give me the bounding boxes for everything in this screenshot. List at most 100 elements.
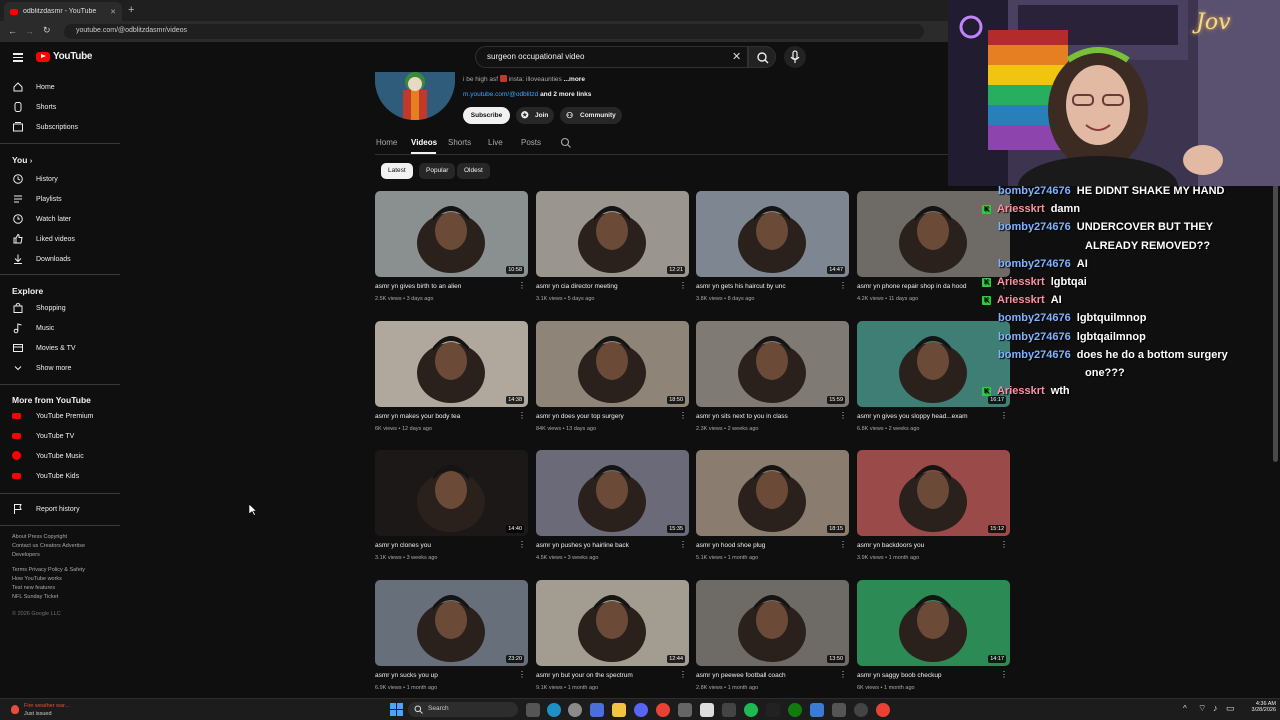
footer-links-3[interactable]: Developers bbox=[12, 551, 117, 560]
voice-search-button[interactable] bbox=[784, 46, 806, 68]
video-card[interactable]: 12:21 asmr yn cia director meeting 3.1K vi… bbox=[536, 191, 689, 307]
video-card[interactable]: 15:59 asmr yn sits next to you in class 2.… bbox=[696, 321, 849, 437]
sidebar-item-shorts[interactable]: Shorts bbox=[0, 97, 120, 117]
battery-icon[interactable]: ▭ bbox=[1226, 703, 1235, 714]
video-title[interactable]: asmr yn sits next to you in class bbox=[696, 413, 836, 420]
more-options-icon[interactable]: ⋮ bbox=[1000, 412, 1008, 420]
taskbar-search[interactable]: Search bbox=[408, 702, 518, 717]
sidebar-item-youtube-premium[interactable]: YouTube Premium bbox=[0, 406, 120, 426]
video-title[interactable]: asmr yn phone repair shop in da hood bbox=[857, 283, 997, 290]
reload-icon[interactable]: ↻ bbox=[43, 25, 51, 36]
video-thumbnail[interactable]: 12:44 bbox=[536, 580, 689, 666]
video-thumbnail[interactable]: 18:50 bbox=[536, 321, 689, 407]
video-thumbnail[interactable]: 15:12 bbox=[857, 450, 1010, 536]
footer-links-1[interactable]: About Press Copyright bbox=[12, 533, 117, 542]
more-links[interactable]: and 2 more links bbox=[540, 91, 591, 98]
video-card[interactable]: 14:47 asmr yn gets his haircut by unc 3.8K… bbox=[696, 191, 849, 307]
app-icon-4[interactable] bbox=[832, 703, 846, 717]
video-thumbnail[interactable]: 12:21 bbox=[536, 191, 689, 277]
video-thumbnail[interactable]: 14:40 bbox=[375, 450, 528, 536]
more-options-icon[interactable]: ⋮ bbox=[839, 671, 847, 679]
more-options-icon[interactable]: ⋮ bbox=[679, 412, 687, 420]
more-options-icon[interactable]: ⋮ bbox=[518, 671, 526, 679]
new-tab-button[interactable]: + bbox=[128, 4, 134, 16]
sidebar-item-history[interactable]: History bbox=[0, 169, 120, 189]
video-title[interactable]: asmr yn does your top surgery bbox=[536, 413, 676, 420]
video-card[interactable]: 13:50 asmr yn peewee football coach 2.8K v… bbox=[696, 580, 849, 696]
sidebar-item-shopping[interactable]: Shopping bbox=[0, 298, 120, 318]
sidebar-item-youtube-music[interactable]: YouTube Music bbox=[0, 446, 120, 466]
more-options-icon[interactable]: ⋮ bbox=[518, 412, 526, 420]
join-button[interactable]: ✪ Join bbox=[516, 107, 554, 124]
video-card[interactable]: 18:50 asmr yn does your top surgery 84K vi… bbox=[536, 321, 689, 437]
channel-avatar[interactable] bbox=[375, 72, 455, 120]
sidebar-item-youtube-tv[interactable]: YouTube TV bbox=[0, 426, 120, 446]
tab-home[interactable]: Home bbox=[376, 138, 397, 147]
sidebar-item-watch-later[interactable]: Watch later bbox=[0, 209, 120, 229]
more-options-icon[interactable]: ⋮ bbox=[679, 671, 687, 679]
sidebar-item-movies-tv[interactable]: Movies & TV bbox=[0, 338, 120, 358]
video-card[interactable]: 16:17 asmr yn gives you sloppy head...exa… bbox=[857, 321, 1010, 437]
sidebar-item-downloads[interactable]: Downloads bbox=[0, 249, 120, 269]
video-title[interactable]: asmr yn gets his haircut by unc bbox=[696, 283, 836, 290]
chip-oldest[interactable]: Oldest bbox=[457, 163, 490, 179]
volume-icon[interactable]: ♪ bbox=[1213, 703, 1218, 713]
sidebar-item-playlists[interactable]: Playlists bbox=[0, 189, 120, 209]
tab-shorts[interactable]: Shorts bbox=[448, 138, 471, 147]
chrome-icon[interactable] bbox=[656, 703, 670, 717]
video-title[interactable]: asmr yn peewee football coach bbox=[696, 672, 836, 679]
settings-icon[interactable] bbox=[568, 703, 582, 717]
video-card[interactable]: 10:58 asmr yn gives birth to an alien 2.5K… bbox=[375, 191, 528, 307]
video-card[interactable]: 18:15 asmr yn hood shoe plug 5.1K views • … bbox=[696, 450, 849, 566]
capcut-icon[interactable] bbox=[766, 703, 780, 717]
video-thumbnail[interactable]: 18:15 bbox=[696, 450, 849, 536]
more-options-icon[interactable]: ⋮ bbox=[839, 541, 847, 549]
spotify-icon[interactable] bbox=[744, 703, 758, 717]
community-button[interactable]: ⚇ Community bbox=[560, 107, 622, 124]
video-title[interactable]: asmr yn but your on the spectrum bbox=[536, 672, 676, 679]
weather-widget[interactable]: Fire weather war... Just issued bbox=[8, 701, 78, 719]
app-icon-2[interactable] bbox=[678, 703, 692, 717]
video-card[interactable]: 14:38 asmr yn makes your body tea 6K views… bbox=[375, 321, 528, 437]
more-options-icon[interactable]: ⋮ bbox=[679, 541, 687, 549]
notepad-icon[interactable] bbox=[700, 703, 714, 717]
video-title[interactable]: asmr yn saggy boob checkup bbox=[857, 672, 997, 679]
more-options-icon[interactable]: ⋮ bbox=[1000, 671, 1008, 679]
video-thumbnail[interactable]: 14:47 bbox=[696, 191, 849, 277]
video-title[interactable]: asmr yn gives birth to an alien bbox=[375, 283, 515, 290]
subscribe-button[interactable]: Subscribe bbox=[463, 107, 510, 124]
video-card[interactable]: 23:20 asmr yn sucks you up 6.9K views • 1 … bbox=[375, 580, 528, 696]
more-link[interactable]: ...more bbox=[564, 76, 585, 83]
tab-videos[interactable]: Videos bbox=[411, 138, 437, 147]
video-title[interactable]: asmr yn sucks you up bbox=[375, 672, 515, 679]
chrome-active-icon[interactable] bbox=[876, 703, 890, 717]
more-options-icon[interactable]: ⋮ bbox=[518, 282, 526, 290]
chip-latest[interactable]: Latest bbox=[381, 163, 413, 179]
tab-posts[interactable]: Posts bbox=[521, 138, 541, 147]
video-thumbnail[interactable]: 15:59 bbox=[696, 321, 849, 407]
file-explorer-icon[interactable] bbox=[612, 703, 626, 717]
sidebar-item-music[interactable]: Music bbox=[0, 318, 120, 338]
video-title[interactable]: asmr yn pushes yo hairline back bbox=[536, 542, 676, 549]
video-thumbnail[interactable]: 10:58 bbox=[375, 191, 528, 277]
footer-links-2[interactable]: Contact us Creators Advertise bbox=[12, 542, 117, 551]
more-options-icon[interactable]: ⋮ bbox=[839, 282, 847, 290]
video-title[interactable]: asmr yn backdoors you bbox=[857, 542, 997, 549]
app-icon-3[interactable] bbox=[810, 703, 824, 717]
sidebar-you-header[interactable]: You › bbox=[12, 155, 32, 165]
network-icon[interactable]: ⌔ bbox=[1198, 703, 1206, 714]
discord-icon[interactable] bbox=[634, 703, 648, 717]
channel-link[interactable]: m.youtube.com/@odblitzd bbox=[463, 91, 538, 98]
video-thumbnail[interactable]: 15:35 bbox=[536, 450, 689, 536]
footer-links-6[interactable]: Test new features bbox=[12, 584, 117, 593]
search-input[interactable]: surgeon occupational video bbox=[475, 46, 748, 68]
more-options-icon[interactable]: ⋮ bbox=[839, 412, 847, 420]
video-card[interactable]: 15:35 asmr yn pushes yo hairline back 4.5K… bbox=[536, 450, 689, 566]
calculator-icon[interactable] bbox=[722, 703, 736, 717]
sidebar-item-report-history[interactable]: Report history bbox=[0, 499, 120, 519]
video-title[interactable]: asmr yn gives you sloppy head...exam bbox=[857, 413, 997, 420]
video-title[interactable]: asmr yn hood shoe plug bbox=[696, 542, 836, 549]
app-icon[interactable] bbox=[590, 703, 604, 717]
video-card[interactable]: 15:12 asmr yn backdoors you 3.9K views • 1… bbox=[857, 450, 1010, 566]
footer-links-4[interactable]: Terms Privacy Policy & Safety bbox=[12, 566, 117, 575]
